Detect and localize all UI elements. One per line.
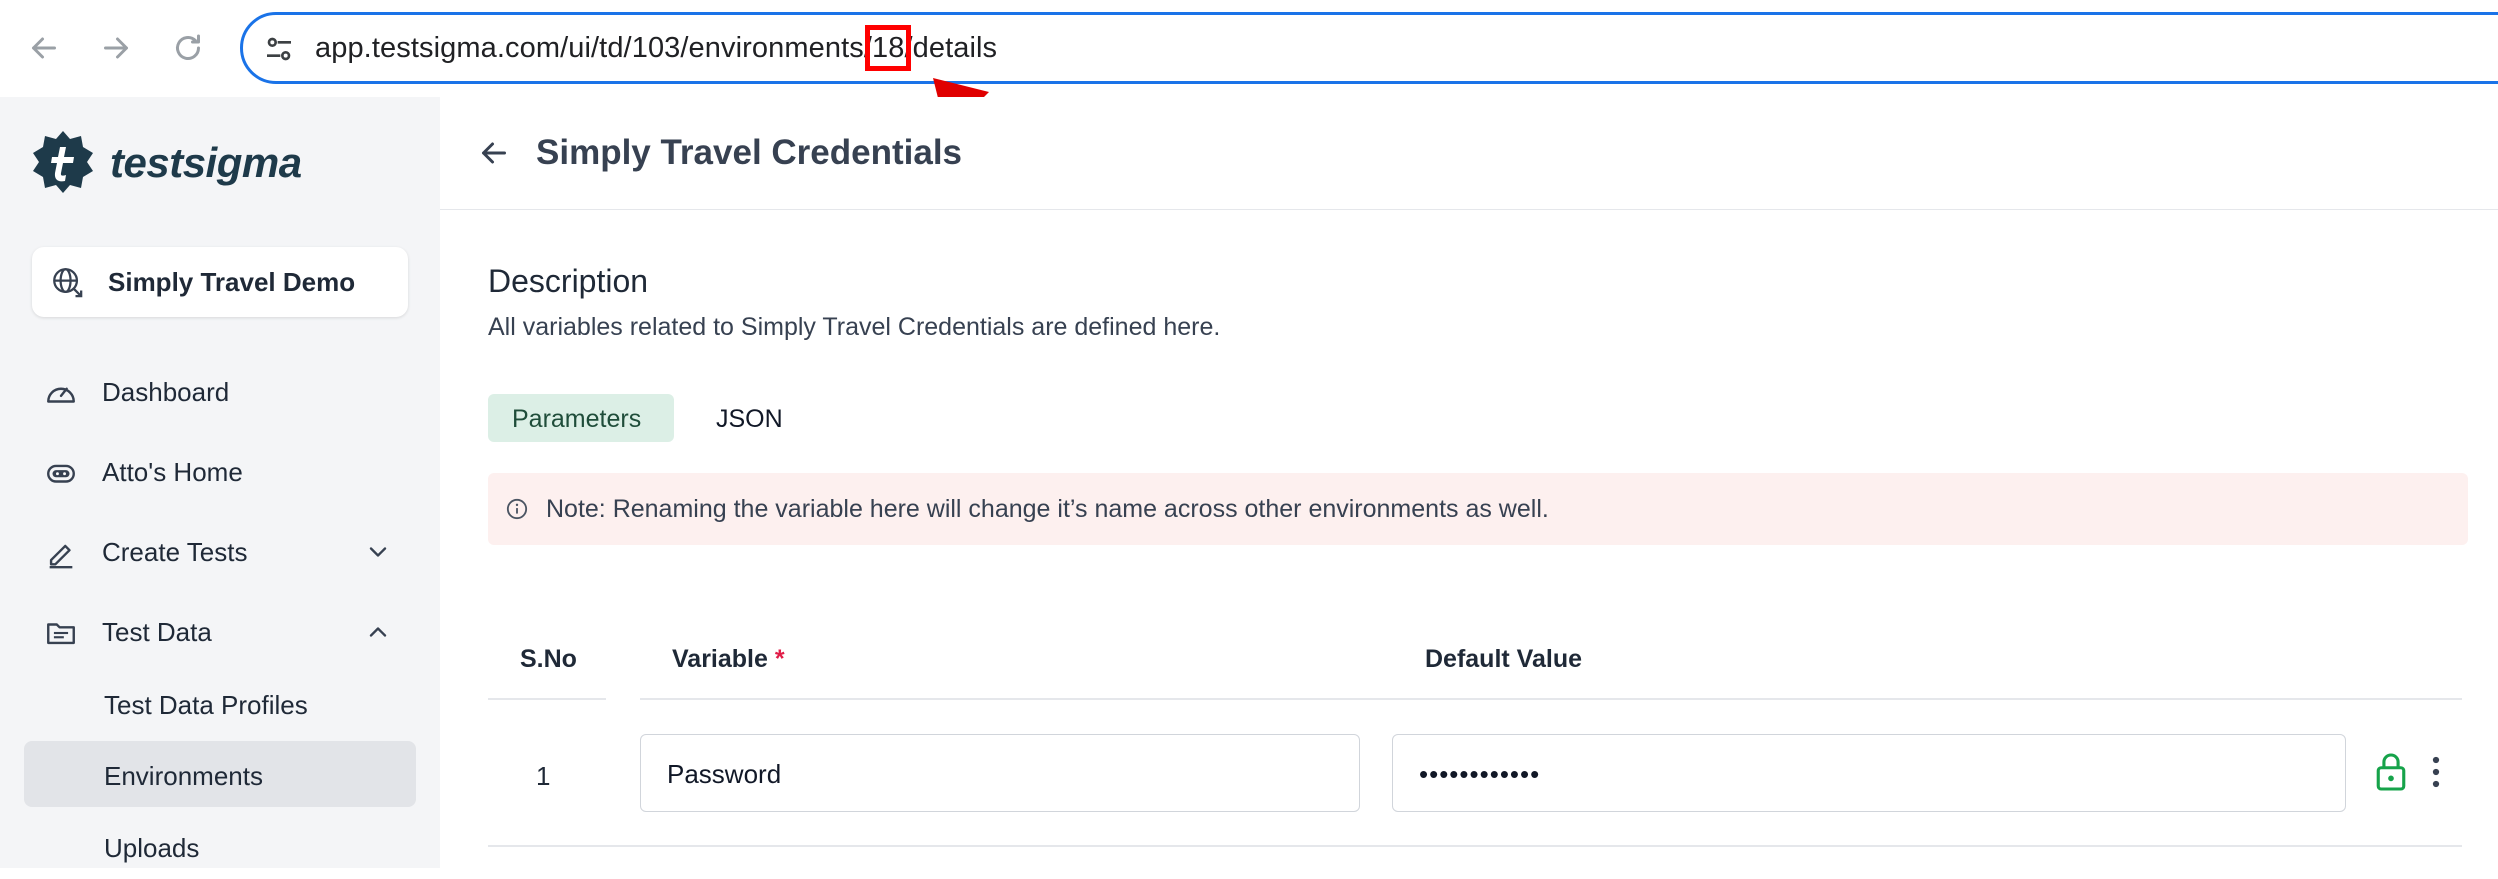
sidebar-subitem-uploads[interactable]: Uploads — [24, 813, 416, 879]
logo-text: testsigma — [110, 139, 302, 186]
sidebar-item-label: Atto's Home — [102, 457, 243, 487]
sidebar-item-label: Create Tests — [102, 537, 248, 567]
required-mark: * — [774, 645, 785, 673]
sidebar-subitem-label: Test Data Profiles — [104, 690, 308, 720]
sidebar-item-test-data[interactable]: Test Data — [0, 602, 440, 662]
variable-name-input[interactable]: Password — [640, 734, 1360, 812]
tab-json[interactable]: JSON — [704, 394, 794, 442]
header-divider — [1392, 698, 2462, 700]
sidebar-subitem-label: Environments — [104, 761, 263, 791]
row-divider — [488, 845, 2462, 847]
folder-icon — [47, 623, 75, 645]
back-icon[interactable] — [26, 30, 62, 66]
row-sno: 1 — [536, 761, 551, 791]
site-settings-icon[interactable] — [263, 33, 295, 65]
column-header-variable: Variable * — [672, 645, 785, 673]
back-arrow-icon[interactable] — [476, 135, 512, 171]
header-divider — [488, 698, 606, 700]
sidebar-item-create-tests[interactable]: Create Tests — [0, 522, 440, 582]
lock-icon[interactable] — [2374, 752, 2408, 792]
url-highlight: 18 — [864, 25, 912, 71]
main-content: Simply Travel Credentials Description Al… — [440, 97, 2498, 868]
pencil-icon — [49, 544, 73, 569]
sidebar-subitem-test-data-profiles[interactable]: Test Data Profiles — [24, 670, 416, 736]
tab-label: Parameters — [512, 405, 642, 433]
rename-note-banner: Note: Renaming the variable here will ch… — [488, 473, 2468, 545]
page-title: Simply Travel Credentials — [536, 133, 963, 172]
sidebar-subitem-label: Uploads — [104, 833, 200, 863]
column-header-default-value: Default Value — [1425, 645, 1582, 673]
more-options-icon[interactable] — [2426, 754, 2446, 790]
sidebar-item-label: Dashboard — [102, 377, 230, 407]
sidebar-item-label: Test Data — [102, 617, 212, 647]
atto-robot-icon — [47, 464, 75, 483]
variable-name-value: Password — [667, 759, 782, 789]
page-header: Simply Travel Credentials — [440, 97, 2498, 210]
testsigma-logo-icon — [33, 131, 93, 193]
tab-label: JSON — [716, 405, 783, 433]
address-bar[interactable]: app.testsigma.com/ui/td/103/environments… — [240, 12, 2498, 84]
chevron-down-icon[interactable] — [364, 538, 392, 566]
sidebar-item-attos-home[interactable]: Atto's Home — [0, 442, 440, 502]
reload-icon[interactable] — [170, 30, 206, 66]
info-icon — [506, 498, 528, 520]
tab-parameters[interactable]: Parameters — [488, 394, 674, 442]
dashboard-gauge-icon — [47, 387, 75, 403]
header-divider — [640, 698, 1400, 700]
project-name: Simply Travel Demo — [108, 267, 356, 297]
chevron-up-icon[interactable] — [364, 618, 392, 646]
note-text: Note: Renaming the variable here will ch… — [546, 495, 1549, 523]
sidebar-subitem-environments[interactable]: Environments — [24, 741, 416, 807]
forward-icon[interactable] — [98, 30, 134, 66]
globe-icon — [53, 268, 83, 298]
url-text: app.testsigma.com/ui/td/103/environments… — [315, 25, 998, 71]
sidebar-item-dashboard[interactable]: Dashboard — [0, 362, 440, 422]
default-value-masked: •••••••••••• — [1419, 759, 1541, 789]
browser-toolbar: app.testsigma.com/ui/td/103/environments… — [0, 0, 2498, 98]
default-value-input[interactable]: •••••••••••• — [1392, 734, 2346, 812]
project-selector[interactable]: Simply Travel Demo — [32, 247, 408, 317]
description-heading: Description — [488, 263, 649, 299]
sidebar: testsigma Simply Travel Demo Dashboard A… — [0, 97, 440, 868]
description-text: All variables related to Simply Travel C… — [488, 313, 1221, 341]
column-header-sno: S.No — [520, 645, 577, 673]
